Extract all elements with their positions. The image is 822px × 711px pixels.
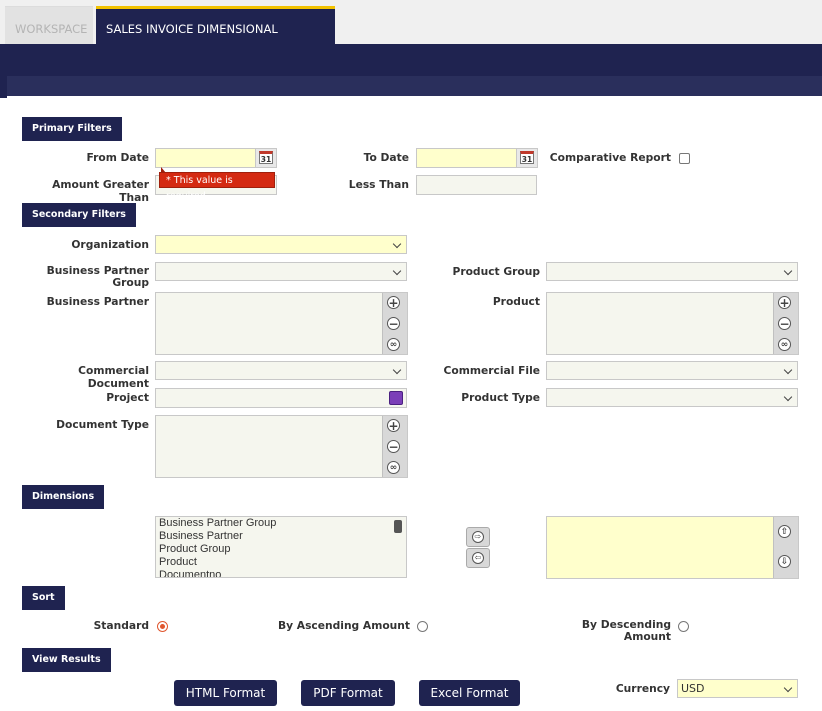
- comparative-report-label: Comparative Report: [549, 151, 671, 164]
- arrow-up-icon[interactable]: ⇧: [778, 525, 791, 538]
- add-icon[interactable]: +: [778, 296, 791, 309]
- bp-label: Business Partner: [46, 295, 149, 308]
- amount-greater-label: Amount Greater Than: [52, 178, 149, 204]
- bp-buttons: + − ∞: [382, 293, 407, 354]
- pdf-format-button[interactable]: PDF Format: [301, 680, 395, 706]
- search-icon[interactable]: ∞: [778, 338, 791, 351]
- organization-label: Organization: [71, 238, 149, 251]
- add-icon[interactable]: +: [387, 419, 400, 432]
- currency-select[interactable]: USD: [677, 679, 798, 698]
- arrow-left-icon: ⇦: [472, 552, 484, 564]
- document-type-buttons: + − ∞: [382, 416, 407, 477]
- bp-group-select[interactable]: [155, 262, 407, 281]
- sort-ascending-radio[interactable]: [417, 621, 428, 632]
- document-type-multiselect[interactable]: + − ∞: [155, 415, 408, 478]
- search-icon[interactable]: ∞: [387, 338, 400, 351]
- product-buttons: + − ∞: [773, 293, 798, 354]
- section-dimensions: Dimensions: [22, 485, 105, 509]
- from-date-field[interactable]: 31: [155, 148, 277, 168]
- html-format-button[interactable]: HTML Format: [174, 680, 277, 706]
- move-right-button[interactable]: ⇨: [466, 527, 490, 547]
- arrow-right-icon: ⇨: [472, 531, 484, 543]
- to-date-field[interactable]: 31: [416, 148, 538, 168]
- dimension-option[interactable]: Business Partner: [156, 530, 406, 543]
- dimension-option[interactable]: Business Partner Group: [156, 517, 406, 530]
- section-secondary-filters: Secondary Filters: [22, 203, 136, 227]
- bp-group-label: Business Partner Group: [46, 264, 149, 289]
- add-icon[interactable]: +: [387, 296, 400, 309]
- move-left-button[interactable]: ⇦: [466, 548, 490, 568]
- arrow-down-icon[interactable]: ⇩: [778, 555, 791, 568]
- product-type-label: Product Type: [461, 391, 540, 404]
- sort-standard-label: Standard: [93, 619, 149, 632]
- calendar-icon[interactable]: 31: [516, 149, 537, 167]
- search-icon[interactable]: ∞: [387, 461, 400, 474]
- section-view-results: View Results: [22, 648, 111, 672]
- comparative-report-checkbox[interactable]: [679, 153, 690, 164]
- toolbar: [7, 76, 822, 96]
- required-error-tooltip: * This value is required.: [159, 167, 275, 202]
- project-search-icon[interactable]: [389, 391, 403, 405]
- project-label: Project: [106, 391, 149, 404]
- currency-label: Currency: [615, 682, 670, 695]
- bp-multiselect[interactable]: + − ∞: [155, 292, 408, 355]
- section-sort: Sort: [22, 586, 65, 610]
- sort-ascending-label: By Ascending Amount: [277, 619, 410, 632]
- remove-icon[interactable]: −: [387, 440, 400, 453]
- commercial-file-select[interactable]: [546, 361, 798, 380]
- sort-descending-radio[interactable]: [678, 621, 689, 632]
- to-date-label: To Date: [363, 151, 409, 164]
- dimension-option[interactable]: Documentno: [156, 569, 406, 577]
- product-label: Product: [492, 295, 540, 308]
- dimension-option[interactable]: Product Group: [156, 543, 406, 556]
- product-group-label: Product Group: [452, 265, 540, 278]
- excel-format-button[interactable]: Excel Format: [419, 680, 520, 706]
- section-primary-filters: Primary Filters: [22, 117, 122, 141]
- commercial-file-label: Commercial File: [443, 364, 540, 377]
- dimension-option[interactable]: Product: [156, 556, 406, 569]
- tab-workspace[interactable]: WORKSPACE: [5, 6, 93, 44]
- currency-value: USD: [681, 682, 705, 695]
- tab-sales-invoice-report[interactable]: SALES INVOICE DIMENSIONAL REPORT×: [96, 6, 335, 77]
- document-type-label: Document Type: [56, 418, 149, 431]
- selected-dimensions-list[interactable]: ⇧ ⇩: [546, 516, 799, 579]
- less-than-field[interactable]: [416, 175, 537, 195]
- product-multiselect[interactable]: + − ∞: [546, 292, 799, 355]
- commercial-document-label: Commercial Document: [78, 364, 149, 390]
- sort-descending-label: By Descending Amount: [581, 618, 671, 643]
- remove-icon[interactable]: −: [387, 317, 400, 330]
- product-group-select[interactable]: [546, 262, 798, 281]
- scrollbar-thumb[interactable]: [394, 520, 402, 533]
- remove-icon[interactable]: −: [778, 317, 791, 330]
- available-dimensions-list[interactable]: Business Partner Group Business Partner …: [155, 516, 407, 578]
- calendar-icon[interactable]: 31: [255, 149, 276, 167]
- sort-standard-radio[interactable]: [157, 621, 168, 632]
- order-buttons: ⇧ ⇩: [773, 517, 798, 578]
- product-type-select[interactable]: [546, 388, 798, 407]
- commercial-document-select[interactable]: [155, 361, 407, 380]
- less-than-label: Less Than: [348, 178, 409, 191]
- from-date-label: From Date: [86, 151, 149, 164]
- project-field[interactable]: [155, 388, 407, 408]
- organization-select[interactable]: [155, 235, 407, 254]
